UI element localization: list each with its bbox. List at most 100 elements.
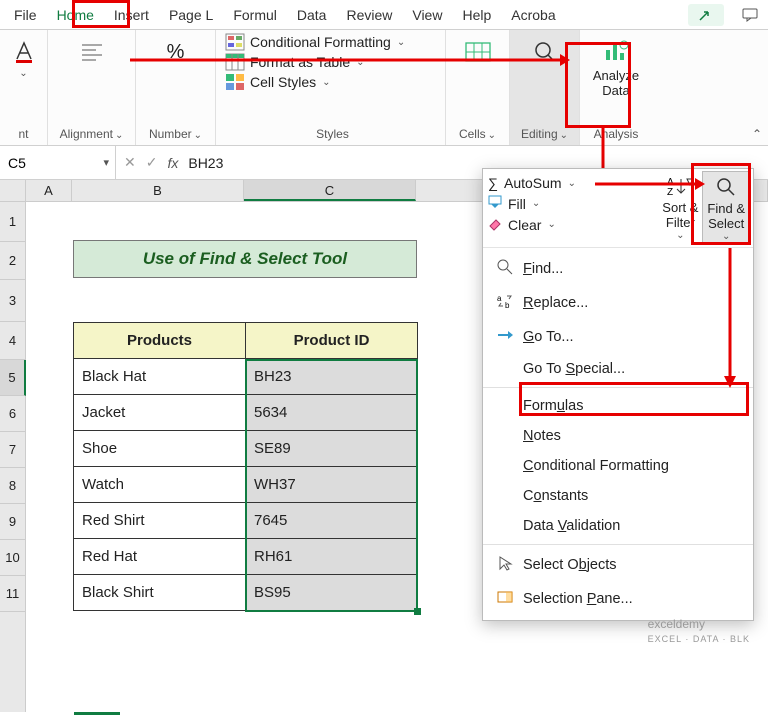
- tab-page-layout[interactable]: Page L: [159, 2, 223, 28]
- clear-button[interactable]: Clear ⌄: [488, 216, 656, 233]
- menu-data-validation[interactable]: Data Validation: [483, 511, 753, 541]
- replace-icon: ab: [497, 293, 513, 313]
- alignment-label: Alignment: [60, 127, 113, 141]
- format-as-table-button[interactable]: Format as Table ⌄: [226, 54, 405, 70]
- cell-B8[interactable]: Watch: [74, 467, 246, 503]
- conditional-formatting-button[interactable]: Conditional Formatting ⌄: [226, 34, 405, 50]
- formula-value[interactable]: BH23: [188, 155, 223, 171]
- fx-icon[interactable]: fx: [167, 155, 178, 171]
- editing-label: Editing: [521, 127, 558, 141]
- fill-handle[interactable]: [414, 608, 421, 615]
- alignment-button[interactable]: [72, 34, 112, 72]
- cell-C7[interactable]: SE89: [246, 431, 418, 467]
- fill-button[interactable]: Fill ⌄: [488, 195, 656, 212]
- row-10[interactable]: 10: [0, 540, 26, 576]
- row-8[interactable]: 8: [0, 468, 26, 504]
- cells-button[interactable]: [458, 34, 498, 72]
- find-icon: [497, 259, 513, 279]
- ribbon: ⌄ nt Alignment⌄ % Number⌄ Conditional Fo…: [0, 30, 768, 146]
- menu-goto-special[interactable]: Go To Special...: [483, 354, 753, 384]
- font-group-label: nt: [18, 127, 28, 141]
- cell-B9[interactable]: Red Shirt: [74, 503, 246, 539]
- font-color-button[interactable]: ⌄: [4, 34, 44, 83]
- title-merged-cell[interactable]: Use of Find & Select Tool: [73, 240, 417, 278]
- cell-B6[interactable]: Jacket: [74, 395, 246, 431]
- menu-replace[interactable]: abReplace...: [483, 286, 753, 320]
- enter-icon[interactable]: ✓: [146, 154, 158, 171]
- row-5[interactable]: 5: [0, 360, 26, 396]
- cell-B5[interactable]: Black Hat: [74, 359, 246, 395]
- svg-text:b: b: [505, 301, 510, 310]
- row-3[interactable]: 3: [0, 280, 26, 322]
- cell-styles-button[interactable]: Cell Styles ⌄: [226, 74, 405, 90]
- group-alignment: Alignment⌄: [48, 30, 136, 145]
- group-cells: Cells⌄: [446, 30, 510, 145]
- col-C[interactable]: C: [244, 180, 416, 201]
- row-blank[interactable]: [0, 612, 26, 712]
- tab-review[interactable]: Review: [336, 2, 402, 28]
- cell-C9[interactable]: 7645: [246, 503, 418, 539]
- row-1[interactable]: 1: [0, 202, 26, 242]
- number-label: Number: [149, 127, 192, 141]
- tab-file[interactable]: File: [4, 2, 47, 28]
- sigma-icon: ∑: [488, 175, 498, 191]
- menu-select-objects[interactable]: Select Objects: [483, 548, 753, 582]
- fill-down-icon: [488, 195, 502, 212]
- row-2[interactable]: 2: [0, 242, 26, 280]
- autosum-button[interactable]: ∑AutoSum ⌄: [488, 175, 656, 191]
- goto-icon: [497, 327, 513, 347]
- pointer-icon: [497, 555, 513, 575]
- highlight-home-tab: [72, 0, 130, 28]
- data-table: Products Product ID Black HatBH23 Jacket…: [73, 322, 418, 611]
- row-11[interactable]: 11: [0, 576, 26, 612]
- row-6[interactable]: 6: [0, 396, 26, 432]
- col-B[interactable]: B: [72, 180, 244, 201]
- highlight-goto-special: [519, 382, 749, 416]
- row-headers: 1 2 3 4 5 6 7 8 9 10 11: [0, 202, 26, 712]
- cells-label: Cells: [459, 127, 486, 141]
- cancel-icon[interactable]: ✕: [124, 154, 136, 171]
- cell-C8[interactable]: WH37: [246, 467, 418, 503]
- menu-cond-fmt[interactable]: Conditional Formatting: [483, 451, 753, 481]
- highlight-editing-group: [565, 42, 631, 128]
- row-4[interactable]: 4: [0, 322, 26, 360]
- name-box-input[interactable]: [8, 155, 68, 171]
- cell-C10[interactable]: RH61: [246, 539, 418, 575]
- name-box[interactable]: [0, 146, 116, 179]
- eraser-icon: [488, 216, 502, 233]
- menu-find[interactable]: Find...: [483, 252, 753, 286]
- svg-text:a: a: [497, 294, 502, 303]
- cell-B7[interactable]: Shoe: [74, 431, 246, 467]
- cell-C11[interactable]: BS95: [246, 575, 418, 611]
- header-products[interactable]: Products: [74, 323, 246, 359]
- svg-text:Z: Z: [667, 187, 673, 198]
- row-9[interactable]: 9: [0, 504, 26, 540]
- cell-B10[interactable]: Red Hat: [74, 539, 246, 575]
- search-icon: [531, 38, 559, 66]
- tab-acrobat[interactable]: Acroba: [501, 2, 565, 28]
- collapse-ribbon-icon[interactable]: ⌃: [752, 127, 762, 141]
- sort-icon: AZ: [667, 175, 693, 200]
- cell-C6[interactable]: 5634: [246, 395, 418, 431]
- col-A[interactable]: A: [26, 180, 72, 201]
- number-format-button[interactable]: %: [156, 34, 196, 72]
- header-product-id[interactable]: Product ID: [246, 323, 418, 359]
- menu-constants[interactable]: Constants: [483, 481, 753, 511]
- fmt-table-label: Format as Table: [250, 54, 350, 70]
- row-7[interactable]: 7: [0, 432, 26, 468]
- cell-C5[interactable]: BH23: [246, 359, 418, 395]
- tab-view[interactable]: View: [402, 2, 452, 28]
- menu-notes[interactable]: Notes: [483, 421, 753, 451]
- menu-selection-pane[interactable]: Selection Pane...: [483, 582, 753, 616]
- menu-goto[interactable]: Go To...: [483, 320, 753, 354]
- comments-button[interactable]: [732, 4, 768, 26]
- analysis-group-label: Analysis: [594, 127, 639, 141]
- tab-data[interactable]: Data: [287, 2, 337, 28]
- tab-formulas[interactable]: Formul: [223, 2, 287, 28]
- tab-help[interactable]: Help: [452, 2, 501, 28]
- cell-styles-label: Cell Styles: [250, 74, 316, 90]
- select-all-corner[interactable]: [0, 180, 26, 201]
- share-button[interactable]: [688, 4, 724, 26]
- cell-B11[interactable]: Black Shirt: [74, 575, 246, 611]
- group-number: % Number⌄: [136, 30, 216, 145]
